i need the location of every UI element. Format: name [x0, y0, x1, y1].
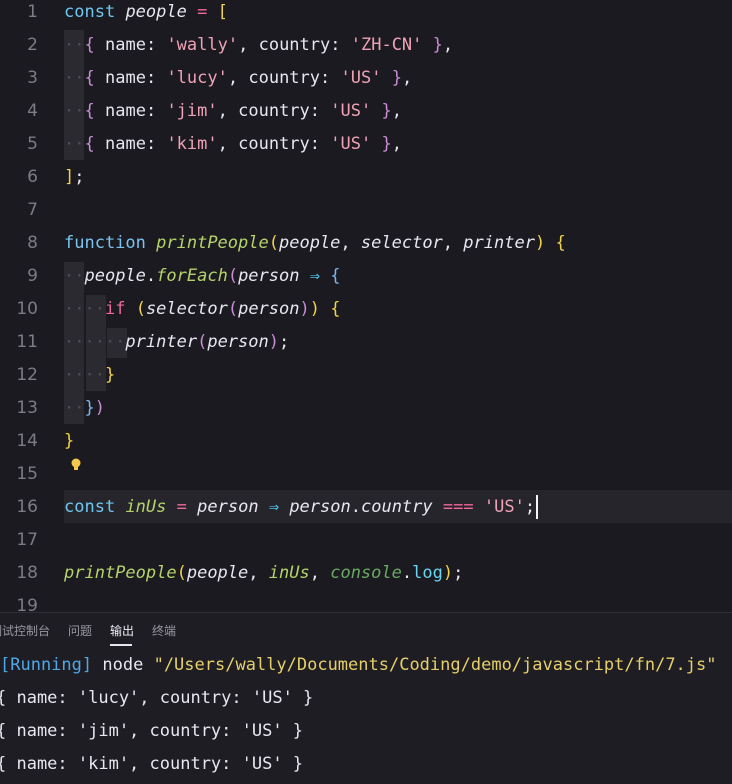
code-line[interactable]: 14 }	[0, 425, 732, 458]
line-number: 8	[27, 233, 38, 253]
code-line[interactable]: 13 ··})	[0, 392, 732, 425]
code-line[interactable]: 18 printPeople(people, inUs, console.log…	[0, 557, 732, 590]
tab-debug-console[interactable]: 调试控制台	[0, 622, 50, 639]
code-line[interactable]: 1 const people = [	[0, 0, 732, 29]
line-number: 14	[16, 431, 38, 451]
tab-problems[interactable]: 问题	[68, 622, 92, 639]
code-line[interactable]: 10 ····if (selector(person)) {	[0, 293, 732, 326]
line-number: 3	[27, 68, 38, 88]
output-line: { name: 'lucy', country: 'US' }	[0, 688, 314, 708]
tab-output[interactable]: 输出	[110, 622, 134, 639]
line-number: 1	[27, 2, 38, 22]
code-line[interactable]: 16 const inUs = person ⇒ person.country …	[0, 491, 732, 524]
output-line: [Running] node "/Users/wally/Documents/C…	[0, 655, 717, 675]
output-line: { name: 'kim', country: 'US' }	[0, 754, 304, 774]
line-number: 16	[16, 497, 38, 517]
line-number: 2	[27, 35, 38, 55]
code-line[interactable]: 4 ··{ name: 'jim', country: 'US' },	[0, 95, 732, 128]
line-number: 7	[27, 200, 38, 220]
line-number: 4	[27, 101, 38, 121]
line-number: 12	[16, 365, 38, 385]
code-line[interactable]: 6 ];	[0, 161, 732, 194]
line-number: 13	[16, 398, 38, 418]
text-cursor	[536, 495, 539, 519]
code-line[interactable]: 12 ····}	[0, 359, 732, 392]
code-line[interactable]: 7	[0, 194, 732, 227]
line-number: 17	[16, 530, 38, 550]
code-line[interactable]: 11 ······printer(person);	[0, 326, 732, 359]
code-line[interactable]: 15	[0, 458, 732, 491]
line-number: 10	[16, 299, 38, 319]
code-line[interactable]: 8 function printPeople(people, selector,…	[0, 227, 732, 260]
line-number: 11	[16, 332, 38, 352]
code-editor[interactable]: 1 const people = [ 2 ··{ name: 'wally', …	[0, 0, 732, 612]
line-number: 6	[27, 167, 38, 187]
output-panel: 调试控制台 问题 输出 终端 [Running] node "/Users/wa…	[0, 612, 732, 784]
code-line[interactable]: 17	[0, 524, 732, 557]
line-number: 15	[16, 464, 38, 484]
line-number: 18	[16, 563, 38, 583]
output-line: { name: 'jim', country: 'US' }	[0, 721, 304, 741]
lightbulb-icon[interactable]	[70, 457, 82, 473]
line-number: 5	[27, 134, 38, 154]
code-line[interactable]: 2 ··{ name: 'wally', country: 'ZH-CN' },	[0, 29, 732, 62]
line-number: 19	[16, 596, 38, 612]
panel-tabs: 调试控制台 问题 输出 终端	[0, 613, 732, 647]
line-number: 9	[27, 266, 38, 286]
code-line[interactable]: 9 ··people.forEach(person ⇒ {	[0, 260, 732, 293]
tab-terminal[interactable]: 终端	[152, 622, 176, 639]
code-line[interactable]: 19	[0, 590, 732, 612]
code-line[interactable]: 5 ··{ name: 'kim', country: 'US' },	[0, 128, 732, 161]
active-tab-indicator	[110, 644, 132, 646]
code-line[interactable]: 3 ··{ name: 'lucy', country: 'US' },	[0, 62, 732, 95]
